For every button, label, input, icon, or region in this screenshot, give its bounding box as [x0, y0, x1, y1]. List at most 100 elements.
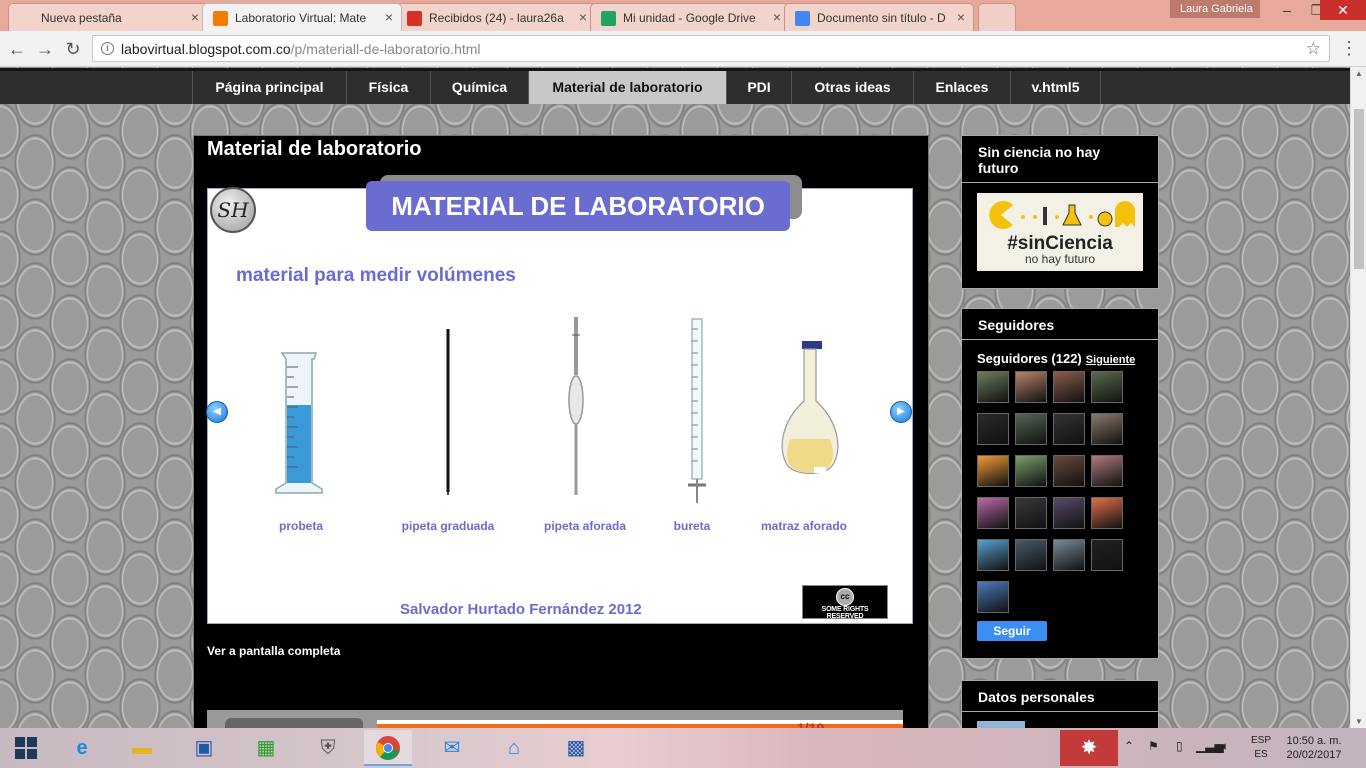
minimize-button[interactable]: –	[1272, 0, 1302, 20]
follower-avatar[interactable]	[1015, 455, 1047, 487]
action-center-flag-icon[interactable]: ⚑	[1148, 739, 1159, 753]
tray-expand-icon[interactable]: ⌃	[1124, 739, 1134, 753]
tab-close-icon[interactable]: ×	[191, 9, 199, 25]
matraz-aforado-image[interactable]	[776, 339, 844, 489]
nav-item[interactable]: Material de laboratorio	[528, 71, 726, 104]
browser-tab[interactable]: Recibidos (24) - laura26a ×	[396, 3, 596, 31]
close-window-button[interactable]: ✕	[1320, 0, 1366, 20]
pipeta-graduada-image[interactable]	[440, 327, 456, 497]
nav-item[interactable]: Física	[346, 71, 430, 104]
follower-avatar[interactable]	[977, 581, 1009, 613]
post-body: Material de laboratorio SH MATERIAL DE L…	[193, 135, 929, 728]
info-icon[interactable]: i	[101, 42, 114, 55]
store-icon[interactable]: ▦	[242, 730, 290, 766]
follower-avatar[interactable]	[1053, 455, 1085, 487]
follower-avatar[interactable]	[1015, 413, 1047, 445]
lang-bottom: ES	[1254, 749, 1268, 760]
nav-item[interactable]: Otras ideas	[791, 71, 913, 104]
follower-avatar[interactable]	[1053, 413, 1085, 445]
notification-app-icon[interactable]: ✸	[1060, 730, 1118, 766]
fullscreen-link[interactable]: Ver a pantalla completa	[207, 644, 340, 658]
item-label-bureta[interactable]: bureta	[632, 519, 752, 533]
page-scrollbar[interactable]: ▲ ▼	[1350, 67, 1366, 728]
pipeta-aforada-image[interactable]	[566, 315, 586, 499]
sinciencia-banner[interactable]: #sinCiencia no hay futuro	[977, 193, 1143, 271]
followers-next-link[interactable]: Siguiente	[1086, 354, 1136, 366]
scroll-up-icon[interactable]: ▲	[1355, 69, 1363, 78]
item-label-pipeta-graduada[interactable]: pipeta graduada	[388, 519, 508, 533]
network-icon[interactable]: ▁▃▅	[1196, 739, 1224, 753]
scroll-down-icon[interactable]: ▼	[1355, 717, 1363, 726]
maxthon-icon[interactable]: ▩	[552, 730, 600, 766]
chrome-menu-icon[interactable]: ⋮	[1340, 38, 1358, 59]
follower-avatar[interactable]	[1015, 539, 1047, 571]
address-bar[interactable]: i labovirtual.blogspot.com.co/p/material…	[92, 35, 1330, 62]
bureta-image[interactable]	[684, 317, 710, 505]
follower-avatar[interactable]	[1053, 497, 1085, 529]
security-shield-icon[interactable]: ⛨	[304, 730, 352, 766]
follower-avatar[interactable]	[1015, 371, 1047, 403]
follower-avatar[interactable]	[1091, 497, 1123, 529]
follower-avatar[interactable]	[1091, 455, 1123, 487]
browser-tab[interactable]: Laboratorio Virtual: Mate ×	[202, 3, 402, 31]
item-label-pipeta-aforada[interactable]: pipeta aforada	[525, 519, 645, 533]
item-label-matraz-aforado[interactable]: matraz aforado	[744, 519, 864, 533]
follower-avatar[interactable]	[977, 497, 1009, 529]
volume-icon[interactable]: 🔈︎	[1222, 739, 1229, 754]
input-language[interactable]: ESP ES	[1248, 734, 1274, 762]
nav-item[interactable]: PDI	[726, 71, 791, 104]
drive-icon	[601, 11, 616, 26]
follow-button[interactable]: Seguir	[977, 621, 1047, 641]
reload-icon[interactable]: ↻	[62, 38, 84, 60]
lenovo-icon[interactable]: ▣	[180, 730, 228, 766]
windows-start-icon[interactable]	[2, 730, 50, 766]
follower-avatar[interactable]	[1053, 371, 1085, 403]
author-logo: SH	[210, 187, 256, 233]
back-icon[interactable]: ←	[6, 38, 28, 60]
prev-arrow-icon[interactable]: ◀	[206, 401, 228, 423]
follower-avatar[interactable]	[977, 371, 1009, 403]
probeta-image[interactable]	[270, 347, 330, 497]
nav-item[interactable]: Enlaces	[913, 71, 1010, 104]
battery-icon[interactable]: ▯	[1176, 739, 1183, 753]
follower-avatar[interactable]	[1091, 539, 1123, 571]
forward-icon[interactable]: →	[34, 38, 56, 60]
cc-text: SOME RIGHTS RESERVED	[821, 606, 869, 620]
follower-avatar[interactable]	[977, 455, 1009, 487]
new-tab-button[interactable]	[978, 3, 1016, 31]
chrome-taskbar-icon[interactable]	[364, 730, 412, 766]
browser-tab[interactable]: Mi unidad - Google Drive ×	[590, 3, 790, 31]
next-embed-preview: 1/19	[207, 710, 903, 728]
slide-counter: 1/19	[797, 720, 825, 728]
tray-clock[interactable]: 10:50 a. m. 20/02/2017	[1283, 734, 1345, 762]
tab-close-icon[interactable]: ×	[957, 9, 965, 25]
tab-close-icon[interactable]: ×	[579, 9, 587, 25]
nav-item[interactable]: v.html5	[1010, 71, 1100, 104]
browser-tab[interactable]: Documento sin título - D ×	[784, 3, 974, 31]
tab-title: Mi unidad - Google Drive	[623, 11, 756, 25]
mail-icon[interactable]: ✉	[428, 730, 476, 766]
tab-close-icon[interactable]: ×	[385, 9, 393, 25]
next-arrow-icon[interactable]: ▶	[890, 401, 912, 423]
lab-material-embed[interactable]: SH MATERIAL DE LABORATORIO material para…	[206, 175, 913, 624]
nav-item[interactable]: Página principal	[192, 71, 346, 104]
file-explorer-icon[interactable]: ▬	[118, 730, 166, 766]
tab-close-icon[interactable]: ×	[773, 9, 781, 25]
home-icon[interactable]: ⌂	[490, 730, 538, 766]
scroll-thumb[interactable]	[1354, 109, 1364, 269]
cc-license-badge[interactable]: cc SOME RIGHTS RESERVED	[802, 585, 888, 620]
follower-avatar[interactable]	[1091, 371, 1123, 403]
nav-divider	[1100, 71, 1101, 104]
nav-item[interactable]: Química	[430, 71, 528, 104]
follower-avatar[interactable]	[977, 413, 1009, 445]
follower-avatar[interactable]	[1053, 539, 1085, 571]
profile-button[interactable]: Laura Gabriela	[1170, 0, 1260, 18]
internet-explorer-icon[interactable]: e	[58, 730, 106, 766]
follower-avatar[interactable]	[1091, 413, 1123, 445]
profile-photo[interactable]	[977, 721, 1025, 728]
follower-avatar[interactable]	[977, 539, 1009, 571]
item-label-probeta[interactable]: probeta	[241, 519, 361, 533]
browser-tab[interactable]: Nueva pestaña ×	[8, 3, 208, 31]
follower-avatar[interactable]	[1015, 497, 1047, 529]
bookmark-star-icon[interactable]: ☆	[1306, 39, 1321, 59]
